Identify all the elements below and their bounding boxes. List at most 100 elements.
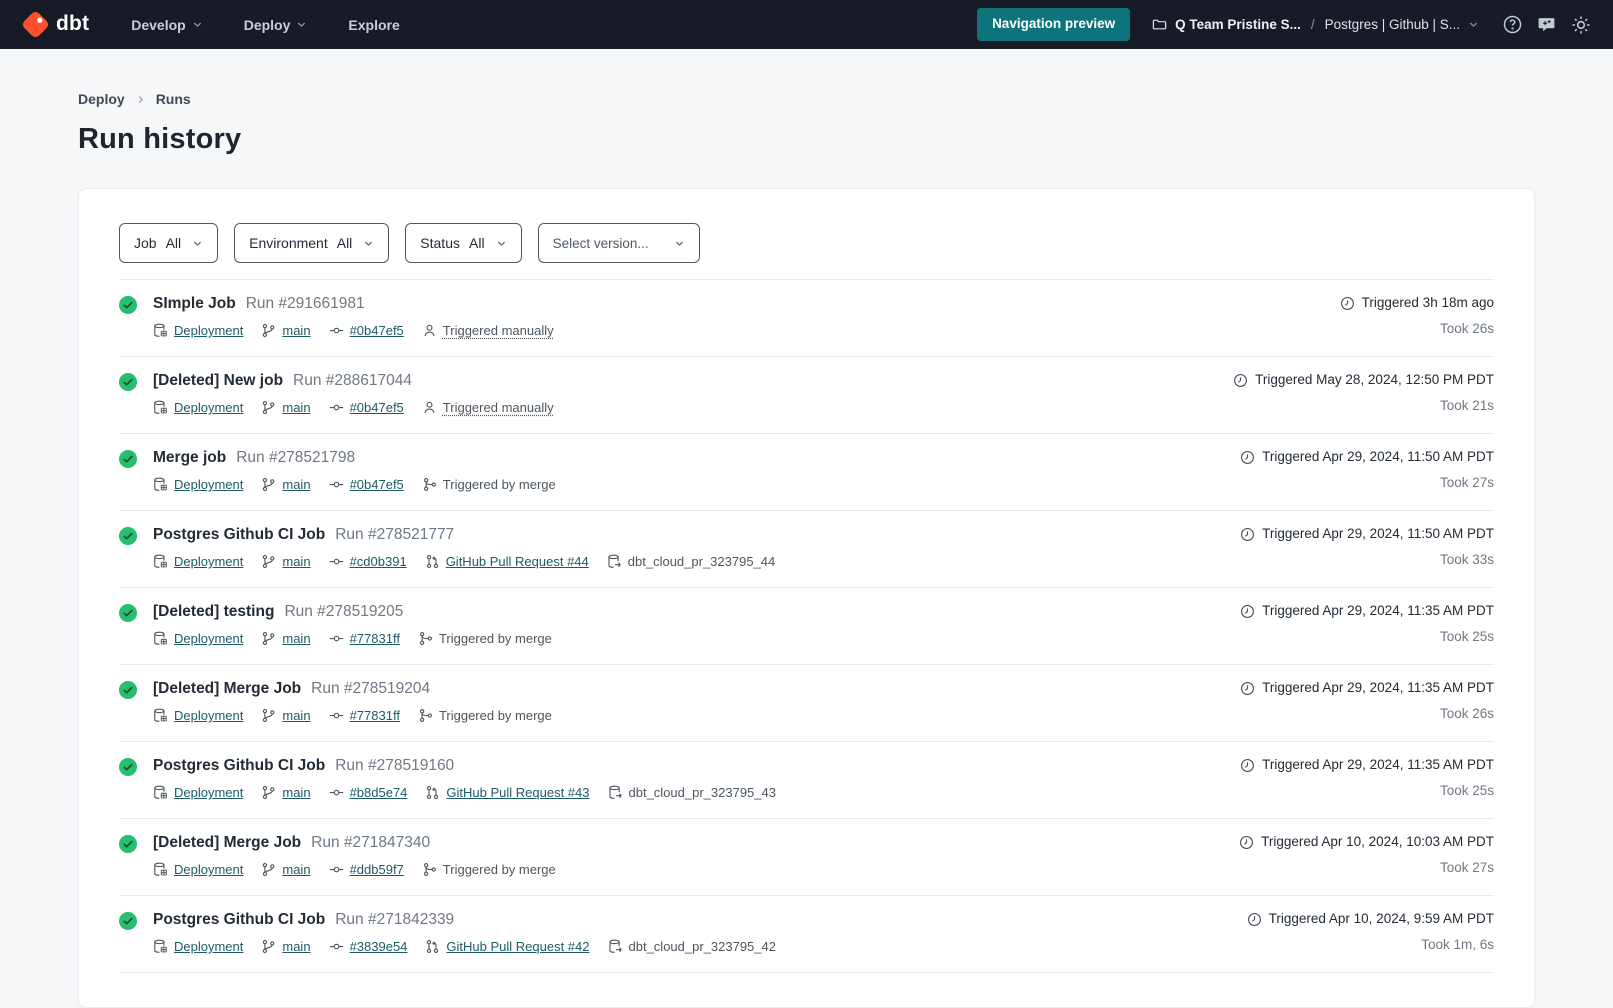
trigger-merge-item: Triggered by merge — [422, 859, 556, 880]
commit-link[interactable]: #0b47ef5 — [350, 397, 404, 418]
database-grid-icon — [153, 477, 168, 492]
trigger-manual-label[interactable]: Triggered manually — [443, 397, 554, 418]
branch-link[interactable]: main — [282, 397, 310, 418]
run-number: Run #278519204 — [311, 678, 430, 700]
job-name[interactable]: [Deleted] Merge Job — [153, 678, 301, 700]
breadcrumb-runs[interactable]: Runs — [156, 91, 191, 107]
branch-link[interactable]: main — [282, 320, 310, 341]
git-branch-icon — [261, 323, 276, 338]
environment-link[interactable]: Deployment — [174, 859, 243, 880]
trigger-manual-label[interactable]: Triggered manually — [443, 320, 554, 341]
feedback-icon[interactable] — [1537, 15, 1556, 34]
commit-link[interactable]: #b8d5e74 — [350, 782, 408, 803]
branch-link[interactable]: main — [282, 859, 310, 880]
database-grid-icon — [153, 939, 168, 954]
commit-link[interactable]: #0b47ef5 — [350, 320, 404, 341]
branch-link[interactable]: main — [282, 474, 310, 495]
run-main: Merge job Run #278521798 Deployment — [153, 447, 556, 495]
pr-link[interactable]: GitHub Pull Request #42 — [446, 936, 589, 957]
job-filter-label: Job — [134, 235, 157, 251]
run-main: [Deleted] testing Run #278519205 Deploym… — [153, 601, 552, 649]
status-filter[interactable]: Status All — [405, 223, 521, 263]
run-success-icon — [119, 450, 137, 468]
branch-link[interactable]: main — [282, 936, 310, 957]
nav-utility-icons — [1503, 15, 1591, 35]
run-success-icon — [119, 912, 137, 930]
run-duration: Took 33s — [1440, 550, 1494, 570]
run-success-icon — [119, 527, 137, 545]
environment-link[interactable]: Deployment — [174, 397, 243, 418]
job-filter[interactable]: Job All — [119, 223, 218, 263]
pr-item: GitHub Pull Request #44 — [425, 551, 589, 572]
environment-link[interactable]: Deployment — [174, 320, 243, 341]
run-row[interactable]: Postgres Github CI Job Run #271842339 De… — [119, 895, 1494, 972]
run-row[interactable]: SImple Job Run #291661981 Deployment — [119, 279, 1494, 356]
environment-link[interactable]: Deployment — [174, 705, 243, 726]
pr-link[interactable]: GitHub Pull Request #44 — [446, 551, 589, 572]
run-number: Run #278521777 — [335, 524, 454, 546]
run-row[interactable]: [Deleted] New job Run #288617044 Deploym… — [119, 356, 1494, 433]
git-commit-icon — [329, 785, 344, 800]
environment-link[interactable]: Deployment — [174, 936, 243, 957]
job-name[interactable]: [Deleted] testing — [153, 601, 274, 623]
run-row[interactable]: Postgres Github CI Job Run #278519160 De… — [119, 741, 1494, 818]
trigger-merge-item: Triggered by merge — [422, 474, 556, 495]
commit-link[interactable]: #cd0b391 — [350, 551, 407, 572]
job-name[interactable]: [Deleted] Merge Job — [153, 832, 301, 854]
version-filter[interactable]: Select version... — [538, 223, 700, 263]
pr-link[interactable]: GitHub Pull Request #43 — [446, 782, 589, 803]
environment-link[interactable]: Deployment — [174, 628, 243, 649]
environment-item: Deployment — [153, 551, 243, 572]
account-name: Q Team Pristine S... — [1175, 17, 1301, 32]
branch-link[interactable]: main — [282, 782, 310, 803]
job-name[interactable]: SImple Job — [153, 293, 236, 315]
run-row[interactable]: Postgres Github CI Job Run #278521777 De… — [119, 510, 1494, 587]
run-main: [Deleted] New job Run #288617044 Deploym… — [153, 370, 554, 418]
environment-link[interactable]: Deployment — [174, 474, 243, 495]
chevron-down-icon — [296, 19, 307, 30]
nav-explore[interactable]: Explore — [342, 16, 405, 34]
commit-link[interactable]: #77831ff — [350, 705, 400, 726]
run-timing: Triggered Apr 29, 2024, 11:35 AM PDT Too… — [1240, 601, 1494, 647]
help-icon[interactable] — [1503, 15, 1522, 34]
version-filter-placeholder: Select version... — [553, 236, 649, 251]
run-row[interactable]: Merge job Run #278521798 Deployment — [119, 433, 1494, 510]
settings-gear-icon[interactable] — [1571, 15, 1591, 35]
schema-name: dbt_cloud_pr_323795_44 — [628, 551, 775, 572]
commit-link[interactable]: #0b47ef5 — [350, 474, 404, 495]
run-duration: Took 21s — [1440, 396, 1494, 416]
run-row[interactable]: [Deleted] Merge Job Run #271847340 Deplo… — [119, 818, 1494, 895]
job-name[interactable]: Merge job — [153, 447, 226, 469]
environment-filter[interactable]: Environment All — [234, 223, 389, 263]
run-row[interactable]: [Deleted] Merge Job Run #278519204 Deplo… — [119, 664, 1494, 741]
trigger-manual-item: Triggered manually — [422, 397, 554, 418]
job-name[interactable]: [Deleted] New job — [153, 370, 283, 392]
job-name[interactable]: Postgres Github CI Job — [153, 524, 325, 546]
breadcrumb-deploy[interactable]: Deploy — [78, 91, 125, 107]
commit-link[interactable]: #77831ff — [350, 628, 400, 649]
commit-link[interactable]: #3839e54 — [350, 936, 408, 957]
project-switcher[interactable]: Postgres | Github | S... — [1325, 17, 1479, 32]
account-switcher[interactable]: Q Team Pristine S... — [1152, 17, 1301, 32]
triggered-at: Triggered May 28, 2024, 12:50 PM PDT — [1255, 370, 1494, 390]
commit-link[interactable]: #ddb59f7 — [350, 859, 404, 880]
job-name[interactable]: Postgres Github CI Job — [153, 909, 325, 931]
branch-link[interactable]: main — [282, 551, 310, 572]
git-commit-icon — [329, 862, 344, 877]
navigation-preview-button[interactable]: Navigation preview — [977, 8, 1130, 40]
commit-item: #0b47ef5 — [329, 474, 404, 495]
nav-develop[interactable]: Develop — [125, 16, 208, 34]
clock-icon — [1240, 450, 1255, 465]
job-name[interactable]: Postgres Github CI Job — [153, 755, 325, 777]
branch-link[interactable]: main — [282, 628, 310, 649]
dbt-logo[interactable]: dbt — [22, 11, 89, 38]
environment-link[interactable]: Deployment — [174, 782, 243, 803]
environment-link[interactable]: Deployment — [174, 551, 243, 572]
git-commit-icon — [329, 939, 344, 954]
nav-deploy[interactable]: Deploy — [238, 16, 314, 34]
trigger-merge-item: Triggered by merge — [418, 628, 552, 649]
branch-item: main — [261, 705, 310, 726]
branch-link[interactable]: main — [282, 705, 310, 726]
run-row[interactable]: [Deleted] testing Run #278519205 Deploym… — [119, 587, 1494, 664]
branch-item: main — [261, 397, 310, 418]
